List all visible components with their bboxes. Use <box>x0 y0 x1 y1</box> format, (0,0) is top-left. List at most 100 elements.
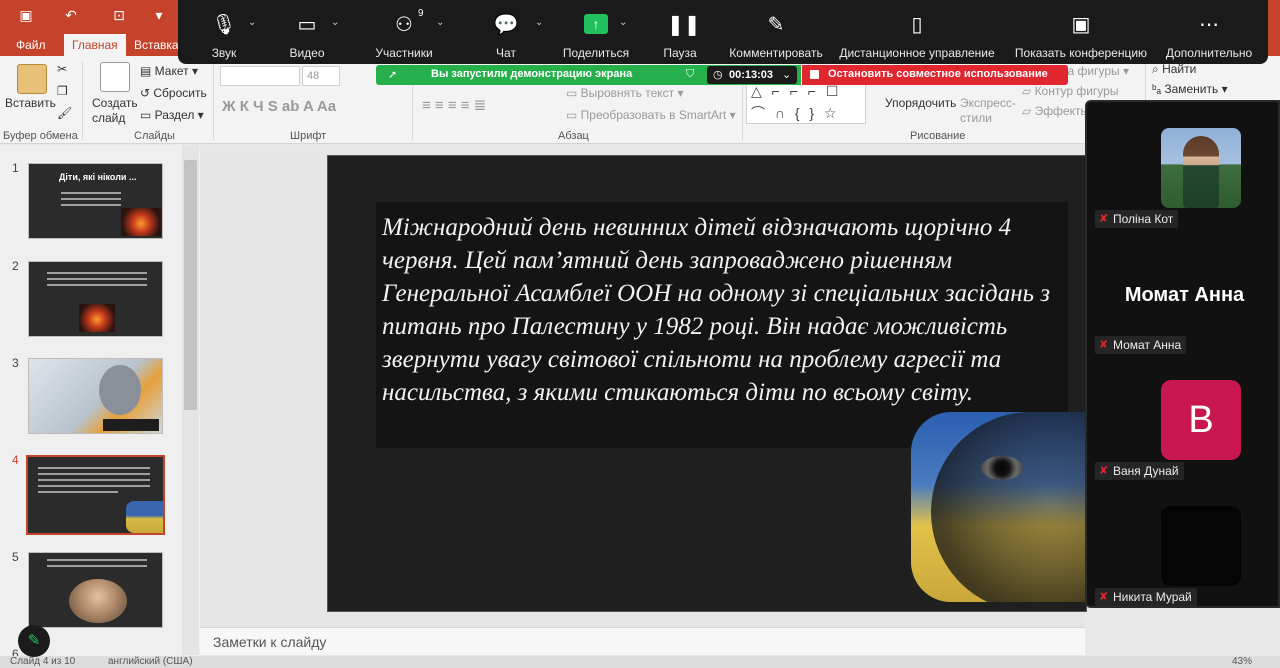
zoom-level[interactable]: 43% <box>1232 656 1252 667</box>
participant-name-text: Никита Мурай <box>1113 590 1192 604</box>
participant-name-text: Момат Анна <box>1113 338 1182 352</box>
replace-button[interactable]: ᵇₐ Заменить ▾ <box>1152 82 1228 96</box>
participant-name: ✘ Момат Анна <box>1095 336 1187 354</box>
chat-icon: 💬 <box>493 14 519 36</box>
share-screen-button[interactable]: ↑ Поделиться <box>558 0 634 64</box>
effects-button[interactable]: ▱ Эффекты <box>1022 104 1089 118</box>
show-meeting-button[interactable]: ▣ Показать конференцию <box>1010 0 1152 64</box>
save-icon[interactable]: ▣ <box>17 6 35 24</box>
child-face-image[interactable] <box>911 412 1086 602</box>
show-meeting-icon: ▣ <box>1071 14 1091 36</box>
slide-thumbnail-5[interactable] <box>28 552 163 628</box>
share-options-chevron-icon[interactable]: ⌄ <box>619 17 627 28</box>
chat-button[interactable]: 💬 Чат <box>488 0 524 64</box>
new-slide-icon[interactable] <box>100 62 130 92</box>
reset-button[interactable]: ↺ Сбросить <box>140 86 207 100</box>
thumbnail-text-line <box>47 565 147 567</box>
thumbnail-image <box>126 501 163 533</box>
microphone-icon: 🎙 <box>211 14 237 36</box>
thumbnail-image <box>69 579 127 623</box>
new-slide-button-label[interactable]: Создать слайд <box>92 96 138 126</box>
pause-label: Пауза <box>663 46 697 60</box>
child-face-shading <box>931 412 1086 602</box>
thumbnail-text-line <box>38 479 150 481</box>
slide-number: 1 <box>12 161 19 175</box>
thumbnail-text-line <box>47 272 147 274</box>
tab-home[interactable]: Главная <box>64 34 126 56</box>
participant-tile[interactable]: ✘ Никита Мурай <box>1087 480 1280 606</box>
cut-icon[interactable]: ✂ <box>57 62 67 76</box>
audio-button[interactable]: 🎙 Звук <box>198 0 250 64</box>
shape-outline-label: Контур фигуры <box>1034 84 1119 98</box>
language-status[interactable]: английский (США) <box>108 656 193 667</box>
participants-video-panel: ✘ Поліна Кот Момат Анна ✘ Момат Анна B ✘ Ва… <box>1085 100 1280 608</box>
slide-thumbnail-4[interactable] <box>26 455 165 535</box>
slides-group-label: Слайды <box>134 130 175 142</box>
shape-fill-button[interactable]: ка фигуры ▾ <box>1062 64 1129 78</box>
more-button[interactable]: ⋯ Дополнительно <box>1160 0 1258 64</box>
share-timer[interactable]: ◷ 00:13:03 ⌄ <box>707 66 797 84</box>
format-painter-icon[interactable]: 🖌 <box>57 106 72 120</box>
font-size-value: 48 <box>307 70 320 82</box>
participants-options-chevron-icon[interactable]: ⌄ <box>436 17 444 28</box>
copy-icon[interactable]: ❐ <box>57 84 68 98</box>
slide-thumbnail-3[interactable] <box>28 358 163 434</box>
video-button[interactable]: ▭ Видео <box>278 0 336 64</box>
share-status-arrow-icon: ➚ <box>388 69 398 81</box>
show-meeting-label: Показать конференцию <box>1014 46 1148 60</box>
slide-number: 2 <box>12 259 19 273</box>
slide-number: 3 <box>12 356 19 370</box>
participant-tile[interactable]: Момат Анна ✘ Момат Анна <box>1087 228 1280 354</box>
align-text-button[interactable]: ▭ Выровнять текст ▾ <box>566 86 684 100</box>
participants-button[interactable]: ⚇ Участники <box>370 0 438 64</box>
tab-file[interactable]: Файл <box>8 34 54 56</box>
layout-button[interactable]: ▤ Макет ▾ <box>140 64 198 78</box>
undo-icon[interactable]: ↶ <box>62 6 80 24</box>
clipboard-group-label: Буфер обмена <box>3 130 78 142</box>
remote-control-button[interactable]: ▯ Дистанционное управление <box>834 0 1000 64</box>
font-format-buttons[interactable]: Ж К Ч S ab A Aa <box>222 98 336 115</box>
paragraph-align-buttons[interactable]: ≡ ≡ ≡ ≡ ≣ <box>422 96 486 114</box>
slide-thumbnail-1[interactable]: Діти, які ніколи ... <box>28 163 163 239</box>
stop-share-button[interactable]: Остановить совместное использование <box>802 65 1068 85</box>
presentation-icon[interactable]: ⊡ <box>110 6 128 24</box>
thumbnail-image <box>121 208 161 236</box>
chat-options-chevron-icon[interactable]: ⌄ <box>535 17 543 28</box>
thumbnail-text-line <box>47 559 147 561</box>
paste-button-label[interactable]: Вставить <box>5 96 56 110</box>
quick-access-more-icon[interactable]: ▾ <box>150 6 168 24</box>
shape-outline-button[interactable]: ▱ Контур фигуры <box>1022 84 1118 98</box>
video-options-chevron-icon[interactable]: ⌄ <box>331 17 339 28</box>
smartart-button[interactable]: ▭ Преобразовать в SmartArt ▾ <box>566 108 736 122</box>
notes-pane[interactable]: Заметки к слайду <box>200 627 1085 655</box>
stop-icon <box>810 70 819 79</box>
participants-icon: ⚇ <box>395 14 413 36</box>
security-shield-icon: ⛉ <box>686 68 695 80</box>
audio-options-chevron-icon[interactable]: ⌄ <box>248 17 256 28</box>
slide-thumbnail-title: Діти, які ніколи ... <box>59 172 137 182</box>
shapes-gallery[interactable]: △ ⌐ ⌐ ⌐ ☐ ⌒ ∩ { } ☆ <box>746 80 866 124</box>
participant-tile[interactable]: B ✘ Ваня Дунай <box>1087 354 1280 480</box>
arrange-button[interactable]: Упорядочить <box>885 96 956 110</box>
thumbnail-text-line <box>61 198 121 200</box>
slide-body-text[interactable]: Міжнародний день невинних дітей відзнача… <box>382 211 1064 409</box>
pause-share-button[interactable]: ❚❚ Пауза <box>658 0 702 64</box>
section-label: Раздел <box>154 108 195 122</box>
quick-styles-button[interactable]: Экспресс-стили <box>960 96 1018 126</box>
participant-name-text: Поліна Кот <box>1113 212 1174 226</box>
font-size-select[interactable]: 48 <box>302 66 340 86</box>
paste-icon[interactable] <box>17 64 47 94</box>
section-button[interactable]: ▭ Раздел ▾ <box>140 108 204 122</box>
participant-display-name: Момат Анна <box>1124 284 1245 306</box>
find-button[interactable]: ⌕ Найти <box>1152 62 1196 77</box>
participant-name: ✘ Ваня Дунай <box>1095 462 1184 480</box>
participant-name: ✘ Никита Мурай <box>1095 588 1197 606</box>
find-label: Найти <box>1162 62 1197 76</box>
font-family-select[interactable] <box>220 66 300 86</box>
participant-tile[interactable]: ✘ Поліна Кот <box>1087 102 1280 228</box>
slide-thumbnail-2[interactable] <box>28 261 163 337</box>
annotate-button[interactable]: ✎ Комментировать <box>724 0 828 64</box>
annotation-pen-button[interactable]: ✎ <box>18 625 50 657</box>
thumbnail-caption <box>103 419 159 431</box>
thumbnails-scrollbar-thumb[interactable] <box>184 160 197 410</box>
